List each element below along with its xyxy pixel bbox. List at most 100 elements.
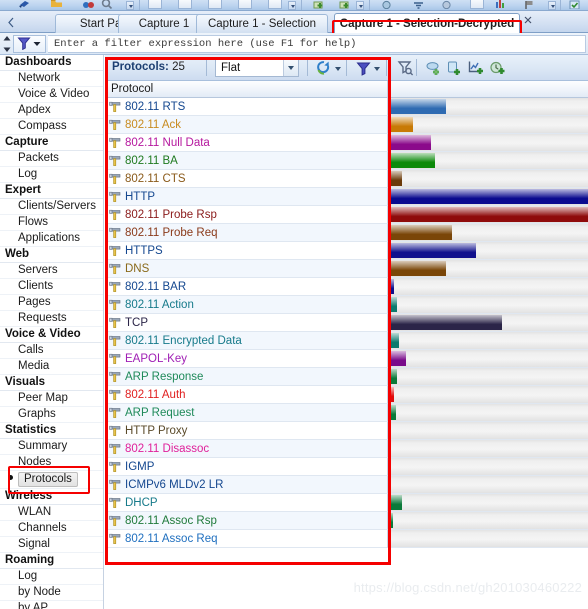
table-row[interactable]: 802.11 Ack (105, 116, 588, 134)
sidebar-item-network[interactable]: Network (0, 71, 103, 87)
protocol-name-cell[interactable]: HTTP Proxy (105, 422, 388, 440)
sidebar-item-graphs[interactable]: Graphs (0, 407, 103, 423)
sidebar-item-peer-map[interactable]: Peer Map (0, 391, 103, 407)
filter-input[interactable]: Enter a filter expression here (use F1 f… (48, 35, 586, 53)
page-icon[interactable] (178, 0, 192, 9)
sidebar-item-apdex[interactable]: Apdex (0, 103, 103, 119)
tab-capture-1-selection[interactable]: Capture 1 - Selection (196, 14, 328, 33)
filter-funnel-button[interactable] (13, 35, 46, 53)
protocol-name-cell[interactable]: 802.11 Assoc Rsp (105, 512, 388, 530)
sidebar-item-log[interactable]: Log (0, 569, 103, 585)
filter-bar[interactable]: Enter a filter expression here (use F1 f… (0, 33, 588, 55)
sidebar-item-by-ap[interactable]: by AP (0, 601, 103, 609)
tab-capture-1-selection-decrypted[interactable]: Capture 1 - Selection-Decrypted (334, 13, 520, 33)
dropdown-arrow-icon[interactable] (126, 1, 134, 10)
insert-name-icon[interactable] (425, 59, 444, 77)
protocol-name-cell[interactable]: 802.11 CTS (105, 170, 388, 188)
refresh-icon[interactable] (314, 59, 333, 77)
binoculars-icon[interactable] (82, 0, 95, 9)
table-row[interactable]: 802.11 Action (105, 296, 588, 314)
add-graph-icon[interactable] (467, 59, 486, 77)
magnifier-icon[interactable] (100, 0, 113, 10)
table-row[interactable]: DHCP (105, 494, 588, 512)
sidebar-item-clients[interactable]: Clients (0, 279, 103, 295)
protocol-name-cell[interactable]: TCP (105, 314, 388, 332)
page-icon[interactable] (268, 0, 282, 9)
table-row[interactable]: 802.11 Encrypted Data (105, 332, 588, 350)
chevron-down-icon[interactable] (334, 65, 341, 72)
pointer-icon[interactable] (18, 0, 31, 9)
sidebar-item-applications[interactable]: Applications (0, 231, 103, 247)
sidebar-item-signal[interactable]: Signal (0, 537, 103, 553)
protocol-name-cell[interactable]: 802.11 Assoc Req (105, 530, 388, 548)
table-row[interactable]: 802.11 CTS (105, 170, 588, 188)
protocol-name-cell[interactable]: 802.11 Auth (105, 386, 388, 404)
protocol-name-cell[interactable]: 802.11 Probe Req (105, 224, 388, 242)
insert-node-icon[interactable] (446, 59, 465, 77)
protocol-name-cell[interactable]: ARP Request (105, 404, 388, 422)
table-row[interactable]: 802.11 Disassoc (105, 440, 588, 458)
navigation-sidebar[interactable]: Dashboards Network Voice & Video Apdex Compa… (0, 55, 104, 609)
green-plus-icon[interactable] (338, 0, 351, 9)
dropdown-arrow-icon[interactable] (288, 1, 296, 10)
green-plus-icon[interactable] (312, 0, 325, 9)
flag-icon[interactable] (522, 0, 535, 9)
sidebar-item-voice-video[interactable]: Voice & Video (0, 87, 103, 103)
table-row[interactable]: 802.11 BA (105, 152, 588, 170)
protocol-name-cell[interactable]: 802.11 Null Data (105, 134, 388, 152)
sidebar-item-wlan[interactable]: WLAN (0, 505, 103, 521)
sidebar-item-nodes[interactable]: Nodes (0, 455, 103, 471)
protocol-name-cell[interactable]: 802.11 Action (105, 296, 388, 314)
circle-icon[interactable] (440, 0, 453, 10)
page-icon[interactable] (208, 0, 222, 9)
sidebar-item-calls[interactable]: Calls (0, 343, 103, 359)
make-filter-icon[interactable] (396, 59, 415, 77)
sidebar-item-media[interactable]: Media (0, 359, 103, 375)
protocol-name-cell[interactable]: 802.11 BA (105, 152, 388, 170)
main-toolbar[interactable] (0, 0, 588, 11)
sidebar-item-requests[interactable]: Requests (0, 311, 103, 327)
chart-icon[interactable] (494, 0, 507, 9)
protocol-name-cell[interactable]: ICMPv6 MLDv2 LR (105, 476, 388, 494)
table-row[interactable]: ARP Response (105, 368, 588, 386)
table-row[interactable]: ICMPv6 MLDv2 LR (105, 476, 588, 494)
dropdown-arrow-icon[interactable] (548, 1, 556, 10)
sidebar-item-pages[interactable]: Pages (0, 295, 103, 311)
sidebar-item-protocols[interactable]: Protocols (0, 471, 103, 489)
tab-scroll-left-icon[interactable] (5, 15, 17, 29)
sidebar-item-compass[interactable]: Compass (0, 119, 103, 135)
table-row[interactable]: 802.11 BAR (105, 278, 588, 296)
filter-icon[interactable] (354, 59, 373, 77)
protocol-name-cell[interactable]: DNS (105, 260, 388, 278)
view-mode-select[interactable]: Flat (215, 59, 299, 77)
table-row[interactable]: IGMP (105, 458, 588, 476)
table-row[interactable]: TCP (105, 314, 588, 332)
table-row[interactable]: ARP Request (105, 404, 588, 422)
protocol-name-cell[interactable]: DHCP (105, 494, 388, 512)
table-row[interactable]: 802.11 Probe Req (105, 224, 588, 242)
sidebar-item-by-node[interactable]: by Node (0, 585, 103, 601)
table-row[interactable]: HTTPS (105, 242, 588, 260)
protocol-name-cell[interactable]: 802.11 Disassoc (105, 440, 388, 458)
sidebar-item-channels[interactable]: Channels (0, 521, 103, 537)
add-alarm-icon[interactable] (488, 59, 507, 77)
page-icon[interactable] (148, 0, 162, 9)
chevron-down-icon[interactable] (33, 38, 41, 50)
table-row[interactable]: EAPOL-Key (105, 350, 588, 368)
table-row[interactable]: 802.11 Probe Rsp (105, 206, 588, 224)
shield-icon[interactable] (568, 0, 581, 10)
protocol-name-cell[interactable]: 802.11 Encrypted Data (105, 332, 388, 350)
table-icon[interactable] (470, 0, 484, 9)
table-row[interactable]: DNS (105, 260, 588, 278)
table-row[interactable]: 802.11 Null Data (105, 134, 588, 152)
protocol-name-cell[interactable]: 802.11 Ack (105, 116, 388, 134)
folder-icon[interactable] (50, 0, 63, 9)
sidebar-item-log[interactable]: Log (0, 167, 103, 183)
globe-icon[interactable] (380, 0, 393, 10)
protocol-name-cell[interactable]: 802.11 RTS (105, 98, 388, 116)
table-row[interactable]: HTTP (105, 188, 588, 206)
table-row[interactable]: 802.11 Assoc Req (105, 530, 588, 548)
protocol-name-cell[interactable]: ARP Response (105, 368, 388, 386)
protocols-toolbar[interactable]: Protocols: 25 Flat (105, 55, 588, 81)
sidebar-item-flows[interactable]: Flows (0, 215, 103, 231)
